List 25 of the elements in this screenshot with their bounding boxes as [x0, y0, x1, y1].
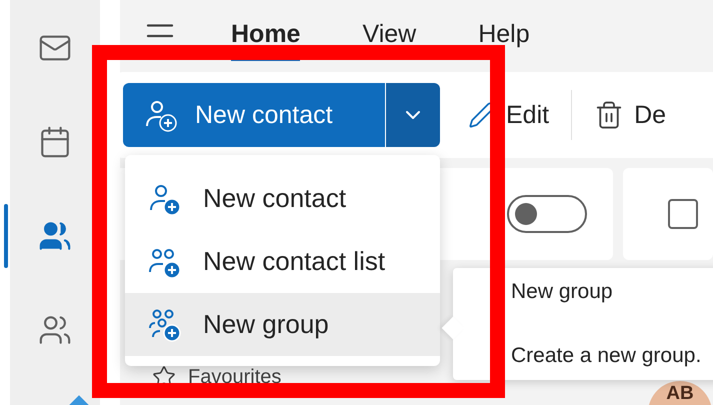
- menu-item-label: New group: [203, 309, 329, 340]
- ribbon-tab[interactable]: View: [362, 12, 416, 60]
- checkbox[interactable]: [668, 199, 698, 229]
- selection-indicator: [4, 204, 8, 268]
- tooltip-title: New group: [511, 280, 614, 304]
- toolbar-button[interactable]: De: [586, 100, 674, 130]
- ribbon-tab[interactable]: Help: [478, 12, 530, 60]
- new-contact-button[interactable]: New contact: [123, 83, 385, 147]
- favourites-label[interactable]: Favourites: [188, 366, 282, 388]
- group-icon[interactable]: [38, 313, 72, 347]
- menu-item[interactable]: New contact list: [125, 230, 440, 293]
- dropdown-button[interactable]: [385, 83, 440, 147]
- tooltip-text: Create a new group.: [511, 344, 702, 368]
- avatar: AB: [648, 381, 712, 405]
- add-person-icon: [147, 308, 181, 342]
- menu-item[interactable]: New group: [125, 293, 440, 356]
- ribbon-tab[interactable]: Home: [231, 12, 300, 60]
- calendar-icon[interactable]: [38, 125, 72, 159]
- toggle-switch[interactable]: [507, 195, 587, 233]
- menu-item-label: New contact list: [203, 246, 386, 277]
- people-icon[interactable]: [38, 219, 72, 253]
- toolbar-button[interactable]: Edit: [460, 100, 558, 130]
- add-person-icon: [143, 98, 177, 132]
- menu-item-label: New contact: [203, 183, 346, 214]
- menu-item[interactable]: New contact: [125, 167, 440, 230]
